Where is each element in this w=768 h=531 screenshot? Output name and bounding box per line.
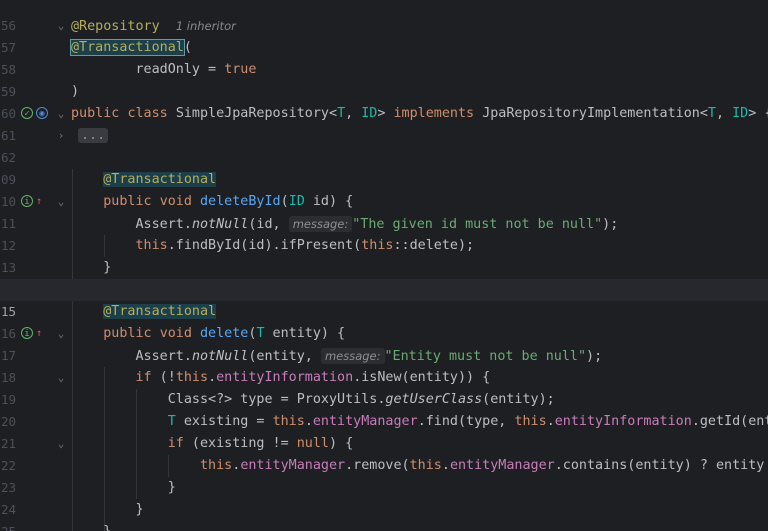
current-line[interactable]: 15 <box>0 279 768 319</box>
method-name: deleteById <box>200 194 281 209</box>
code-line[interactable]: 12 Assert.notNull(id, message: "The given… <box>0 213 768 253</box>
code-line[interactable]: 16 @Transactional <box>0 301 768 341</box>
code-line[interactable]: 56 <box>0 0 768 33</box>
code-line[interactable]: } <box>0 521 768 531</box>
code-line[interactable]: 24 } <box>0 477 768 517</box>
method-name: delete <box>200 326 249 341</box>
parameter-hint: message: <box>288 216 353 232</box>
code-line[interactable]: 58 @Transactional( <box>0 37 768 77</box>
override-icon[interactable]: i <box>21 195 33 207</box>
fold-chevron-icon[interactable]: ⌄ <box>55 323 67 345</box>
fold-chevron-icon[interactable]: ⌄ <box>55 433 67 455</box>
bean-icon[interactable]: ◉ <box>36 107 48 119</box>
inheritor-hint[interactable]: 1 inheritor <box>176 19 236 33</box>
fold-chevron-icon[interactable]: ⌄ <box>55 103 67 125</box>
code-line[interactable]: 23 this.entityManager.remove(this.entity… <box>0 455 768 495</box>
annotation-transactional: @Transactional <box>70 39 185 56</box>
code-line[interactable]: 11 i ↑ ⌄ public void deleteById(ID id) { <box>0 191 768 231</box>
fold-chevron-icon[interactable]: ⌄ <box>55 15 67 37</box>
code-line[interactable]: 21 T existing = this.entityManager.find(… <box>0 411 768 451</box>
override-icon[interactable]: i <box>21 327 33 339</box>
code-line[interactable]: 25 } <box>0 499 768 531</box>
arrow-up-icon[interactable]: ↑ <box>36 328 42 339</box>
collapsed-region[interactable]: ... <box>78 128 109 143</box>
code-line[interactable]: 09 <box>0 147 768 187</box>
fold-chevron-icon[interactable]: ⌄ <box>55 191 67 213</box>
annotation-transactional: @Transactional <box>103 304 217 319</box>
code-line[interactable]: 62 › ... <box>0 125 768 165</box>
arrow-up-icon[interactable]: ↑ <box>36 196 42 207</box>
fold-chevron-icon[interactable]: ⌄ <box>55 367 67 389</box>
code-editor[interactable]: 56 57 ⌄ @Repository 1 inheritor 58 @Tran… <box>0 0 768 531</box>
code-line[interactable]: 60 ) <box>0 81 768 121</box>
code-line[interactable]: 17 i ↑ ⌄ public void delete(T entity) { <box>0 323 768 363</box>
code-line[interactable]: 57 ⌄ @Repository 1 inheritor <box>0 15 768 55</box>
code-line[interactable]: 59 readOnly = true <box>0 59 768 99</box>
fold-expand-icon[interactable]: › <box>55 125 67 147</box>
code-line[interactable]: 13 this.findById(id).ifPresent(this::del… <box>0 235 768 275</box>
code-line[interactable]: 14 } <box>0 257 768 297</box>
annotation: @Repository <box>71 19 160 34</box>
code-line[interactable]: 18 Assert.notNull(entity, message: "Entit… <box>0 345 768 385</box>
class-name: SimpleJpaRepository <box>175 106 329 121</box>
implemented-icon[interactable]: ✓ <box>21 107 33 119</box>
code-line[interactable]: 20 Class<?> type = ProxyUtils.getUserCla… <box>0 389 768 429</box>
code-line[interactable]: 19 ⌄ if (!this.entityInformation.isNew(e… <box>0 367 768 407</box>
annotation-transactional: @Transactional <box>103 172 217 187</box>
code-line[interactable]: 10 @Transactional <box>0 169 768 209</box>
code-line[interactable]: 22 ⌄ if (existing != null) { <box>0 433 768 473</box>
parameter-hint: message: <box>320 348 385 364</box>
code-line[interactable]: 61 ✓ ◉ ⌄ public class SimpleJpaRepository… <box>0 103 768 143</box>
